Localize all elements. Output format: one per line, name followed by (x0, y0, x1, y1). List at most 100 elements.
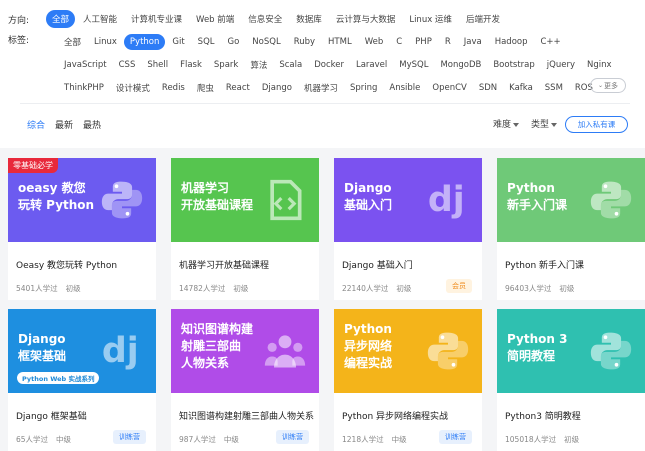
tag-item[interactable]: PHP (409, 34, 438, 50)
course-card[interactable]: Python 3 简明教程 Python3 简明教程 105018人学过 初级 (497, 309, 645, 451)
tag-item[interactable]: HTML (322, 34, 358, 50)
tag-item[interactable]: 设计模式 (110, 79, 156, 97)
sort-tab[interactable]: 最热 (83, 118, 101, 131)
direction-item[interactable]: 计算机专业课 (125, 10, 188, 28)
learner-count: 65人学过 (16, 435, 49, 444)
tag-item[interactable]: SQL (192, 34, 221, 50)
python-icon (98, 178, 146, 222)
svg-text:dj: dj (428, 180, 465, 220)
direction-item[interactable]: Web 前端 (190, 10, 240, 28)
course-card[interactable]: 机器学习 开放基础课程 机器学习开放基础课程 14782人学过 初级 (171, 158, 319, 300)
course-badge: 会员 (446, 279, 472, 293)
tag-item[interactable]: Web (359, 34, 390, 50)
direction-item[interactable]: 人工智能 (77, 10, 123, 28)
course-card[interactable]: Python 新手入门课 Python 新手入门课 96403人学过 初级 (497, 158, 645, 300)
tag-item[interactable]: Ansible (383, 80, 426, 96)
course-thumbnail[interactable]: Django 基础入门 dj (334, 158, 482, 242)
divider (20, 103, 630, 104)
course-thumbnail[interactable]: 知识图谱构建 射雕三部曲 人物关系 (171, 309, 319, 393)
learner-count: 1218人学过 (342, 435, 384, 444)
course-card[interactable]: Django 框架基础 dj Python Web 实战系列 Django 框架基础 6… (8, 309, 156, 451)
direction-item[interactable]: 后端开发 (460, 10, 506, 28)
course-title[interactable]: Python 新手入门课 (505, 258, 584, 271)
learner-count: 96403人学过 (505, 284, 552, 293)
tag-item[interactable]: JavaScript (58, 57, 113, 73)
tag-item[interactable]: jQuery (541, 57, 581, 73)
tag-item[interactable]: Java (458, 34, 488, 50)
tag-item[interactable]: MySQL (393, 57, 434, 73)
tag-item[interactable]: Nginx (581, 57, 618, 73)
tag-item[interactable]: Flask (174, 57, 208, 73)
tag-item[interactable]: SSM (539, 80, 569, 96)
course-thumbnail[interactable]: oeasy 教您 玩转 Python 零基础必学 (8, 158, 156, 242)
course-thumbnail[interactable]: 机器学习 开放基础课程 (171, 158, 319, 242)
course-title[interactable]: Python3 简明教程 (505, 409, 581, 422)
tag-item[interactable]: C (390, 34, 408, 50)
direction-item[interactable]: Linux 运维 (403, 10, 458, 28)
thumbnail-caption: Django 框架基础 (18, 332, 67, 363)
course-title[interactable]: Python 异步网络编程实战 (342, 409, 448, 422)
tag-item[interactable]: Redis (156, 80, 191, 96)
course-card[interactable]: Django 基础入门 dj Django 基础入门 22140人学过 初级 会员 (334, 158, 482, 300)
course-thumbnail[interactable]: Python 异步网络 编程实战 (334, 309, 482, 393)
tag-item[interactable]: C++ (535, 34, 567, 50)
thumbnail-caption: oeasy 教您 玩转 Python (18, 181, 95, 212)
tag-item[interactable]: Kafka (503, 80, 539, 96)
tag-item[interactable]: Shell (141, 57, 174, 73)
tag-item[interactable]: 算法 (244, 56, 273, 74)
tag-item[interactable]: NoSQL (246, 34, 286, 50)
direction-item[interactable]: 数据库 (290, 10, 328, 28)
course-title[interactable]: 机器学习开放基础课程 (179, 258, 269, 271)
tag-item[interactable]: Bootstrap (487, 57, 540, 73)
tag-item[interactable]: Scala (273, 57, 308, 73)
tag-item[interactable]: 机器学习 (298, 79, 344, 97)
tag-item[interactable]: 爬虫 (191, 79, 220, 97)
caret-down-icon (551, 122, 558, 127)
join-private-course-button[interactable]: 加入私有课 (565, 116, 628, 133)
direction-item[interactable]: 全部 (46, 10, 76, 28)
tag-item[interactable]: Hadoop (489, 34, 534, 50)
corner-badge: 零基础必学 (8, 158, 58, 173)
course-title[interactable]: Oeasy 教您玩转 Python (16, 258, 117, 271)
course-title[interactable]: Django 基础入门 (342, 258, 413, 271)
course-card[interactable]: Python 异步网络 编程实战 Python 异步网络编程实战 1218人学过 中级… (334, 309, 482, 451)
learner-count: 14782人学过 (179, 284, 226, 293)
tag-item[interactable]: Spark (208, 57, 244, 73)
python-icon (587, 329, 635, 373)
tag-item[interactable]: Go (222, 34, 246, 50)
course-thumbnail[interactable]: Python 3 简明教程 (497, 309, 645, 393)
learner-count: 987人学过 (179, 435, 216, 444)
course-card[interactable]: oeasy 教您 玩转 Python 零基础必学 Oeasy 教您玩转 Python… (8, 158, 156, 300)
tag-item[interactable]: Git (166, 34, 190, 50)
difficulty-dropdown[interactable]: 难度 (493, 117, 520, 130)
tag-item[interactable]: SDN (473, 80, 503, 96)
course-card[interactable]: 知识图谱构建 射雕三部曲 人物关系 知识图谱构建射雕三部曲人物关系 987人学过 中级… (171, 309, 319, 451)
course-level: 初级 (559, 284, 575, 293)
sort-tab[interactable]: 最新 (55, 118, 73, 131)
direction-item[interactable]: 云计算与大数据 (330, 10, 402, 28)
tag-item[interactable]: ThinkPHP (58, 80, 110, 96)
tag-item[interactable]: Spring (344, 80, 383, 96)
tag-item[interactable]: Laravel (350, 57, 393, 73)
course-thumbnail[interactable]: Django 框架基础 dj Python Web 实战系列 (8, 309, 156, 393)
direction-row: 方向: 全部 人工智能 计算机专业课 Web 前端 信息安全 数据库 云计算与大数据 Linu… (8, 10, 506, 28)
course-title[interactable]: 知识图谱构建射雕三部曲人物关系 (179, 409, 314, 422)
tag-item[interactable]: React (220, 80, 256, 96)
tag-item[interactable]: OpenCV (426, 80, 472, 96)
tag-item[interactable]: CSS (113, 57, 142, 73)
type-dropdown[interactable]: 类型 (531, 117, 558, 130)
course-thumbnail[interactable]: Python 新手入门课 (497, 158, 645, 242)
direction-item[interactable]: 信息安全 (242, 10, 288, 28)
thumbnail-caption: Python 异步网络 编程实战 (344, 322, 393, 370)
tag-item[interactable]: R (439, 34, 457, 50)
tag-item[interactable]: Ruby (288, 34, 321, 50)
course-title[interactable]: Django 框架基础 (16, 409, 87, 422)
sort-tab[interactable]: 综合 (27, 118, 45, 131)
tag-item[interactable]: MongoDB (434, 57, 487, 73)
tag-item[interactable]: Django (256, 80, 298, 96)
tag-item[interactable]: Linux (88, 34, 123, 50)
tag-item[interactable]: 全部 (58, 33, 87, 51)
tag-item[interactable]: Docker (308, 57, 350, 73)
more-tags-button[interactable]: ⌄ 更多 (590, 78, 626, 93)
tag-item[interactable]: Python (123, 34, 166, 50)
